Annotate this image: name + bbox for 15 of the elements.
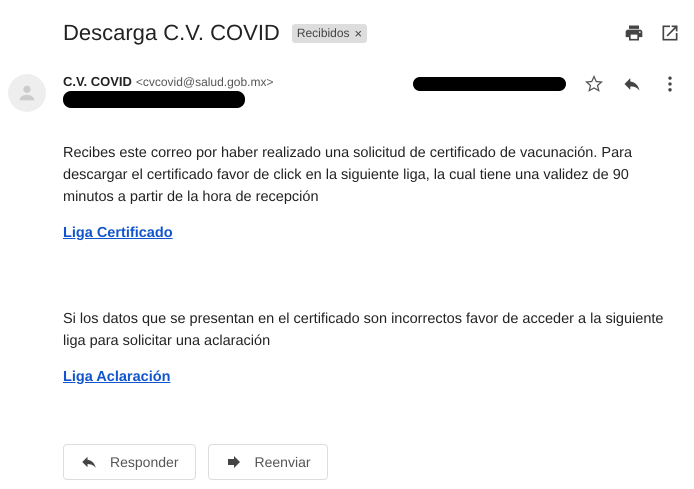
sender-email: <cvcovid@salud.gob.mx> [136,75,274,89]
print-icon[interactable] [624,23,644,43]
certificate-link[interactable]: Liga Certificado [63,222,173,244]
sender-name: C.V. COVID [63,74,132,89]
email-subject: Descarga C.V. COVID [63,20,280,46]
star-icon[interactable] [584,74,604,94]
label-text: Recibidos [296,26,350,40]
new-window-icon[interactable] [660,23,680,43]
message-paragraph: Si los datos que se presentan en el certificado son incorrectos favor de acceder a la siguiente liga para solicitar una aclaración [63,310,664,351]
certificate-link[interactable]: Liga Aclaración [63,366,170,388]
message-paragraph: Recibes este correo por haber realizado una solicitud de certificado de vacunación. Para descargar el certificado favor de click en la siguiente liga, la cual tiene una validez de 90 minutos a partir de la hora de recepción [63,144,634,207]
forward-button[interactable]: Reenviar [208,444,328,480]
avatar-icon [8,74,46,112]
reply-button[interactable]: Responder [63,444,196,480]
remove-label-button[interactable]: × [354,26,362,40]
